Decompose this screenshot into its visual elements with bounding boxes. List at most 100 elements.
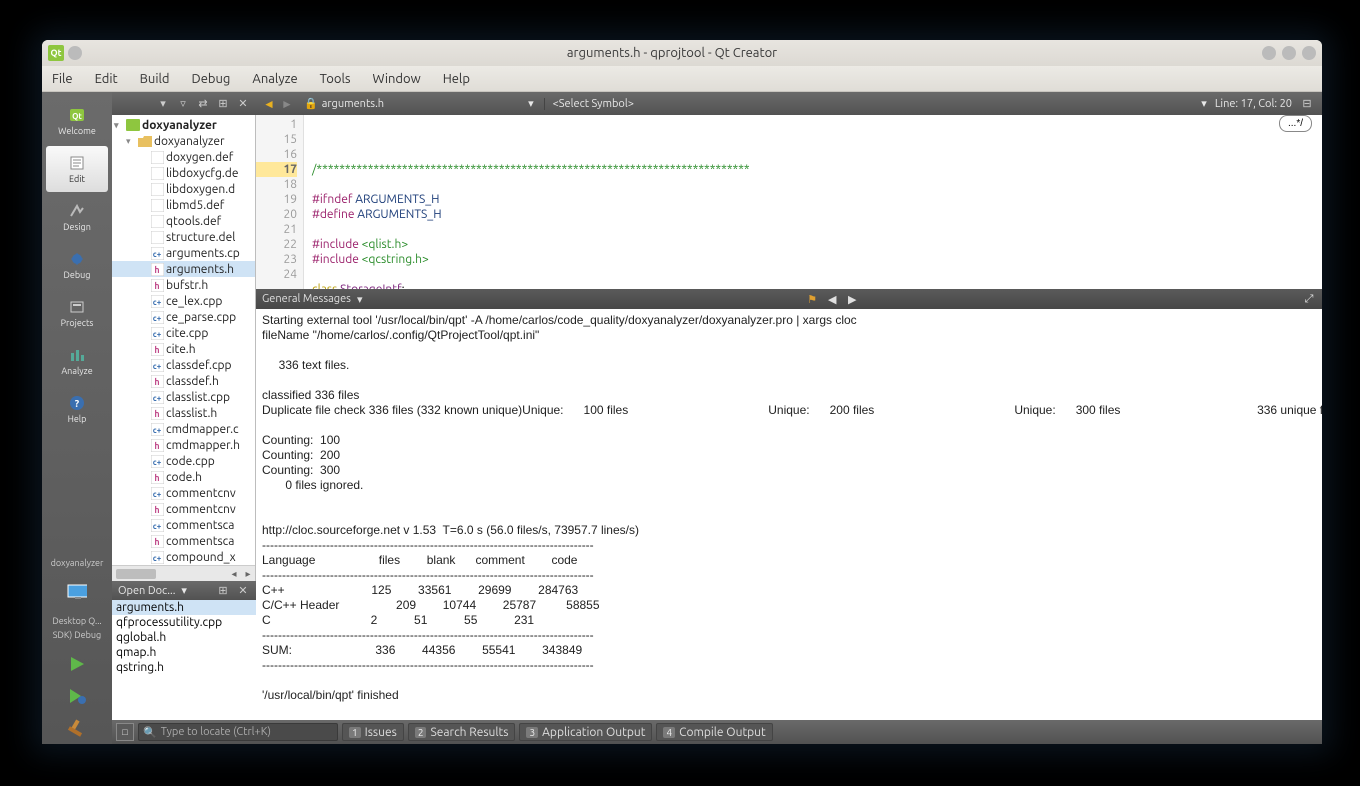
chevron-down-icon[interactable]: ▾ bbox=[1201, 97, 1207, 110]
tree-item[interactable]: hcite.h bbox=[112, 341, 255, 357]
svg-text:c+: c+ bbox=[152, 426, 161, 435]
tree-item[interactable]: c+arguments.cp bbox=[112, 245, 255, 261]
tree-item[interactable]: c+commentcnv bbox=[112, 485, 255, 501]
menu-edit[interactable]: Edit bbox=[95, 72, 118, 86]
chevron-down-icon[interactable]: ▾ bbox=[156, 97, 170, 111]
fold-indicator[interactable]: ...*/ bbox=[1279, 115, 1312, 132]
mode-edit[interactable]: Edit bbox=[46, 146, 108, 192]
tree-item[interactable]: qtools.def bbox=[112, 213, 255, 229]
split-icon[interactable]: ⊞ bbox=[216, 584, 230, 598]
tree-item[interactable]: c+classlist.cpp bbox=[112, 389, 255, 405]
file-icon bbox=[150, 214, 164, 228]
tree-item[interactable]: c+cmdmapper.c bbox=[112, 421, 255, 437]
tree-item[interactable]: ▾doxyanalyzer bbox=[112, 133, 255, 149]
locator-placeholder: Type to locate (Ctrl+K) bbox=[161, 726, 271, 738]
file-icon bbox=[150, 166, 164, 180]
kit-selector[interactable] bbox=[46, 572, 108, 612]
next-icon[interactable]: ▶ bbox=[845, 292, 859, 306]
titlebar[interactable]: Qt arguments.h - qprojtool - Qt Creator bbox=[42, 40, 1322, 66]
output-pane-title: General Messages bbox=[262, 293, 351, 305]
run-button[interactable] bbox=[65, 653, 89, 675]
run-debug-button[interactable] bbox=[65, 685, 89, 707]
open-doc-item[interactable]: qglobal.h bbox=[112, 630, 256, 645]
tree-item[interactable]: hcmdmapper.h bbox=[112, 437, 255, 453]
file-icon: c+ bbox=[150, 486, 164, 500]
tree-item[interactable]: hcommentsca bbox=[112, 533, 255, 549]
mode-design[interactable]: Design bbox=[46, 194, 108, 240]
open-doc-item[interactable]: arguments.h bbox=[112, 600, 256, 615]
tree-item[interactable]: libmd5.def bbox=[112, 197, 255, 213]
close-pane-icon[interactable]: ✕ bbox=[236, 97, 250, 111]
nav-back-button[interactable]: ◄ bbox=[260, 95, 278, 113]
code-editor[interactable]: 115161718192021222324 ...*/ /***********… bbox=[256, 115, 1322, 289]
mode-help[interactable]: ?Help bbox=[46, 386, 108, 432]
tree-item[interactable]: c+ce_lex.cpp bbox=[112, 293, 255, 309]
mode-welcome[interactable]: QtWelcome bbox=[46, 98, 108, 144]
output-tab-application-output[interactable]: 3Application Output bbox=[519, 723, 652, 741]
close-pane-icon[interactable]: ✕ bbox=[236, 584, 250, 598]
toggle-sidebar-button[interactable]: □ bbox=[116, 723, 134, 741]
mode-debug[interactable]: Debug bbox=[46, 242, 108, 288]
tree-item[interactable]: hcode.h bbox=[112, 469, 255, 485]
filter-icon[interactable]: ▿ bbox=[176, 97, 190, 111]
close-button[interactable] bbox=[1302, 46, 1316, 60]
flag-icon[interactable]: ⚑ bbox=[805, 292, 819, 306]
tree-item[interactable]: libdoxycfg.de bbox=[112, 165, 255, 181]
nav-forward-button[interactable]: ► bbox=[278, 95, 296, 113]
tree-item[interactable]: ▾doxyanalyzer bbox=[112, 117, 255, 133]
code-area[interactable]: ...*/ /*********************************… bbox=[304, 115, 1322, 289]
tree-item[interactable]: c+code.cpp bbox=[112, 453, 255, 469]
tree-item[interactable]: doxygen.def bbox=[112, 149, 255, 165]
file-icon: c+ bbox=[150, 246, 164, 260]
menu-debug[interactable]: Debug bbox=[192, 72, 231, 86]
locator-input[interactable]: 🔍 Type to locate (Ctrl+K) bbox=[138, 723, 338, 741]
sync-icon[interactable]: ⇄ bbox=[196, 97, 210, 111]
general-messages-output[interactable]: Starting external tool '/usr/local/bin/q… bbox=[256, 309, 1322, 720]
chevron-down-icon[interactable]: ▾ bbox=[181, 584, 187, 597]
menu-analyze[interactable]: Analyze bbox=[252, 72, 297, 86]
h-scrollbar[interactable]: ◂▸ bbox=[112, 565, 255, 581]
split-editor-icon[interactable]: ⊟ bbox=[1300, 97, 1314, 111]
window-title: arguments.h - qprojtool - Qt Creator bbox=[82, 46, 1262, 60]
window-menu-icon[interactable] bbox=[68, 46, 82, 60]
tree-item[interactable]: hclassdef.h bbox=[112, 373, 255, 389]
tree-item[interactable]: c+commentsca bbox=[112, 517, 255, 533]
open-doc-item[interactable]: qmap.h bbox=[112, 645, 256, 660]
symbol-selector[interactable]: <Select Symbol> bbox=[544, 98, 642, 110]
menu-window[interactable]: Window bbox=[373, 72, 421, 86]
tree-item[interactable]: hcommentcnv bbox=[112, 501, 255, 517]
open-doc-item[interactable]: qstring.h bbox=[112, 660, 256, 675]
menu-build[interactable]: Build bbox=[140, 72, 170, 86]
output-tab-issues[interactable]: 1Issues bbox=[342, 723, 404, 741]
menu-tools[interactable]: Tools bbox=[320, 72, 351, 86]
chevron-down-icon[interactable]: ▾ bbox=[357, 293, 363, 306]
tree-item[interactable]: structure.del bbox=[112, 229, 255, 245]
maximize-button[interactable] bbox=[1282, 46, 1296, 60]
tree-item[interactable]: libdoxygen.d bbox=[112, 181, 255, 197]
mode-analyze[interactable]: Analyze bbox=[46, 338, 108, 384]
tree-item[interactable]: c+cite.cpp bbox=[112, 325, 255, 341]
tree-item[interactable]: hclasslist.h bbox=[112, 405, 255, 421]
menu-file[interactable]: File bbox=[52, 72, 73, 86]
output-tab-compile-output[interactable]: 4Compile Output bbox=[656, 723, 772, 741]
menu-help[interactable]: Help bbox=[443, 72, 470, 86]
lock-icon: 🔒 bbox=[304, 97, 318, 110]
tree-item[interactable]: c+classdef.cpp bbox=[112, 357, 255, 373]
svg-text:h: h bbox=[154, 473, 159, 483]
build-button[interactable] bbox=[65, 717, 89, 739]
tree-item[interactable]: hbufstr.h bbox=[112, 277, 255, 293]
prev-icon[interactable]: ◀ bbox=[825, 292, 839, 306]
search-icon: 🔍 bbox=[143, 726, 157, 739]
minimize-button[interactable] bbox=[1262, 46, 1276, 60]
split-icon[interactable]: ⊞ bbox=[216, 97, 230, 111]
tree-item[interactable]: c+ce_parse.cpp bbox=[112, 309, 255, 325]
maximize-pane-icon[interactable]: ⤢ bbox=[1302, 292, 1316, 306]
open-doc-item[interactable]: qfprocessutility.cpp bbox=[112, 615, 256, 630]
mode-projects[interactable]: Projects bbox=[46, 290, 108, 336]
file-crumb[interactable]: 🔒 arguments.h ▾ bbox=[300, 97, 538, 110]
tree-item[interactable]: harguments.h bbox=[112, 261, 255, 277]
svg-text:h: h bbox=[154, 265, 159, 275]
output-tab-search-results[interactable]: 2Search Results bbox=[408, 723, 516, 741]
file-icon: c+ bbox=[150, 358, 164, 372]
tree-item[interactable]: c+compound_x bbox=[112, 549, 255, 565]
